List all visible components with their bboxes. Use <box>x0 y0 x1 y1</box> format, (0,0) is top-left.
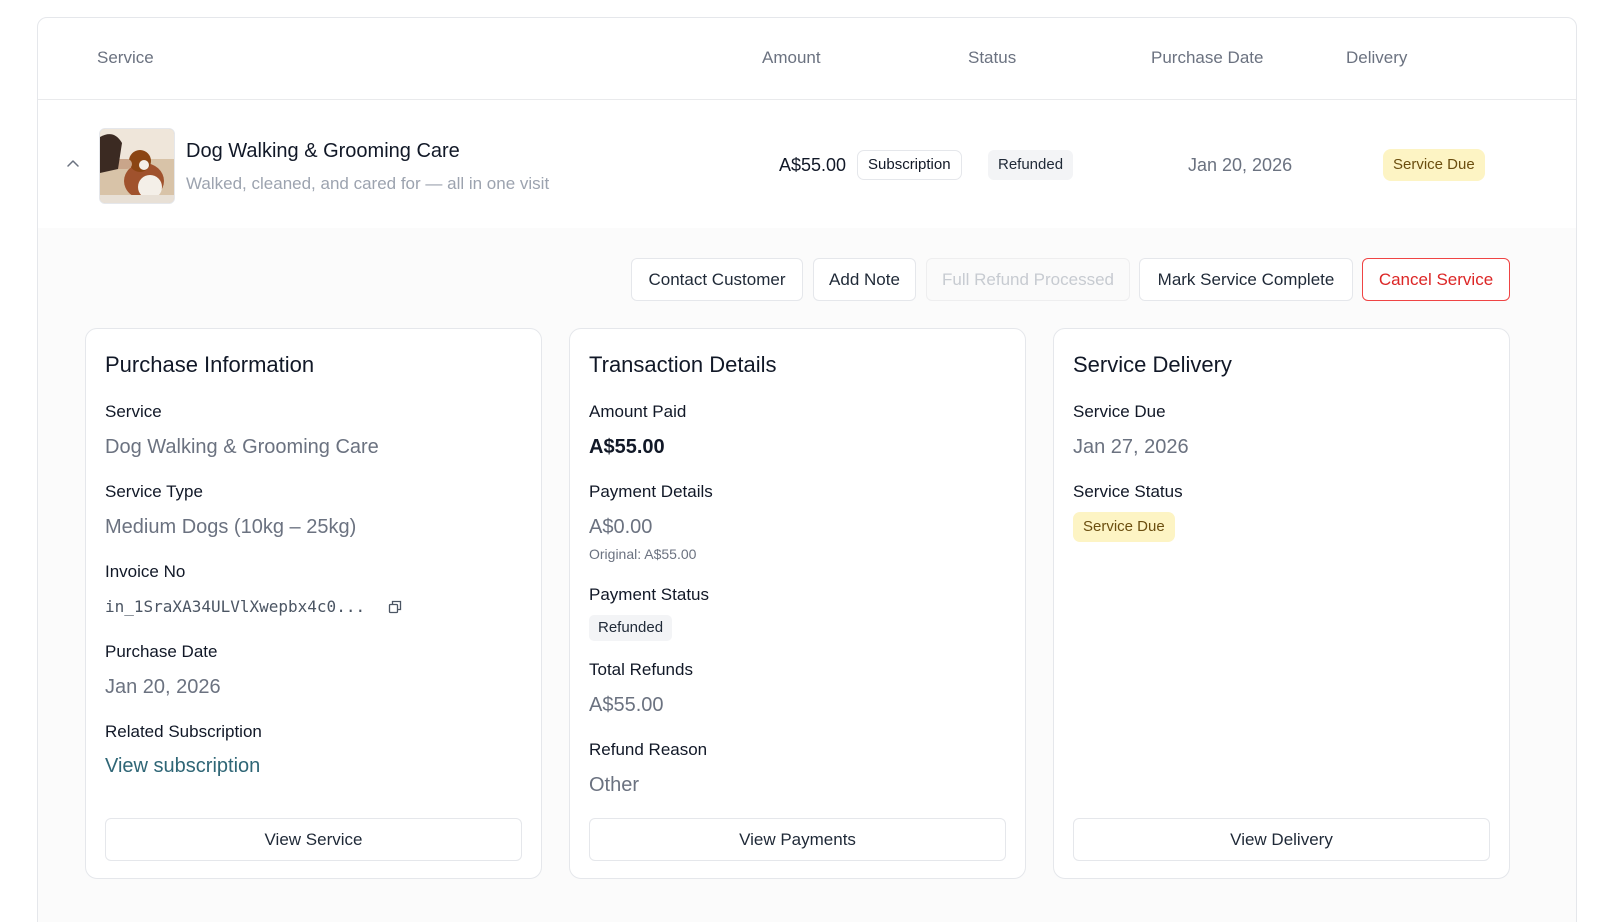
view-subscription-link[interactable]: View subscription <box>105 755 260 778</box>
total-refunds-value: A$55.00 <box>589 694 664 716</box>
service-type-label: Service Type <box>105 482 203 501</box>
delivery-badge: Service Due <box>1383 149 1485 181</box>
payment-details-label: Payment Details <box>589 482 713 501</box>
invoice-number: in_1SraXA34ULVlXwepbx4c0... <box>105 597 366 616</box>
billing-type-badge: Subscription <box>857 150 962 180</box>
view-service-button[interactable]: View Service <box>105 818 522 861</box>
cancel-service-button[interactable]: Cancel Service <box>1362 258 1510 301</box>
total-refunds-label: Total Refunds <box>589 660 693 679</box>
row-purchase-date: Jan 20, 2026 <box>1188 155 1293 175</box>
header-delivery: Delivery <box>1346 48 1408 67</box>
service-thumbnail <box>99 128 175 204</box>
purchase-date-value: Jan 20, 2026 <box>105 676 221 698</box>
table-header: Service Amount Status Purchase Date Deli… <box>38 18 1576 100</box>
service-type-value: Medium Dogs (10kg – 25kg) <box>105 516 357 538</box>
amount-paid-value: A$55.00 <box>589 436 665 458</box>
full-refund-processed-button: Full Refund Processed <box>926 258 1130 301</box>
purchase-date-label: Purchase Date <box>105 642 218 661</box>
header-status: Status <box>968 48 1017 67</box>
refund-reason-value: Other <box>589 774 640 796</box>
contact-customer-button[interactable]: Contact Customer <box>631 258 803 301</box>
table-row[interactable]: Dog Walking & Grooming Care Walked, clea… <box>38 100 1576 228</box>
purchase-information-card: Purchase Information Service Dog Walking… <box>85 328 542 879</box>
related-subscription-label: Related Subscription <box>105 722 262 741</box>
header-amount: Amount <box>762 48 821 67</box>
payment-status-label: Payment Status <box>589 585 710 604</box>
service-due-value: Jan 27, 2026 <box>1073 436 1189 458</box>
mark-service-complete-button[interactable]: Mark Service Complete <box>1139 258 1353 301</box>
copy-icon[interactable] <box>388 600 402 614</box>
service-due-label: Service Due <box>1073 402 1166 421</box>
transaction-details-card: Transaction Details Amount Paid A$55.00 … <box>569 328 1026 879</box>
chevron-up-icon[interactable] <box>65 156 81 172</box>
service-status-label: Service Status <box>1073 482 1183 501</box>
add-note-button[interactable]: Add Note <box>813 258 916 301</box>
card-title: Service Delivery <box>1073 352 1232 377</box>
service-subtitle: Walked, cleaned, and cared for — all in … <box>186 174 550 193</box>
status-badge: Refunded <box>988 150 1074 180</box>
header-purchase-date: Purchase Date <box>1151 48 1264 67</box>
refund-reason-label: Refund Reason <box>589 740 708 759</box>
row-details: Contact Customer Add Note Full Refund Pr… <box>38 228 1576 922</box>
card-title: Transaction Details <box>589 352 777 377</box>
header-service: Service <box>97 48 154 67</box>
view-payments-button[interactable]: View Payments <box>589 818 1006 861</box>
card-title: Purchase Information <box>105 352 315 377</box>
amount-paid-label: Amount Paid <box>589 402 687 421</box>
payment-details-value: A$0.00 <box>589 516 653 538</box>
invoice-label: Invoice No <box>105 562 186 581</box>
service-label: Service <box>105 402 162 421</box>
row-amount: A$55.00 <box>779 155 847 175</box>
orders-table-panel: Service Amount Status Purchase Date Deli… <box>37 17 1577 922</box>
payment-status-badge: Refunded <box>589 615 673 641</box>
service-status-badge: Service Due <box>1073 512 1175 542</box>
service-title: Dog Walking & Grooming Care <box>186 140 460 162</box>
payment-original-value: Original: A$55.00 <box>589 546 697 562</box>
service-delivery-card: Service Delivery Service Due Jan 27, 202… <box>1053 328 1510 879</box>
service-value: Dog Walking & Grooming Care <box>105 436 379 458</box>
view-delivery-button[interactable]: View Delivery <box>1073 818 1490 861</box>
